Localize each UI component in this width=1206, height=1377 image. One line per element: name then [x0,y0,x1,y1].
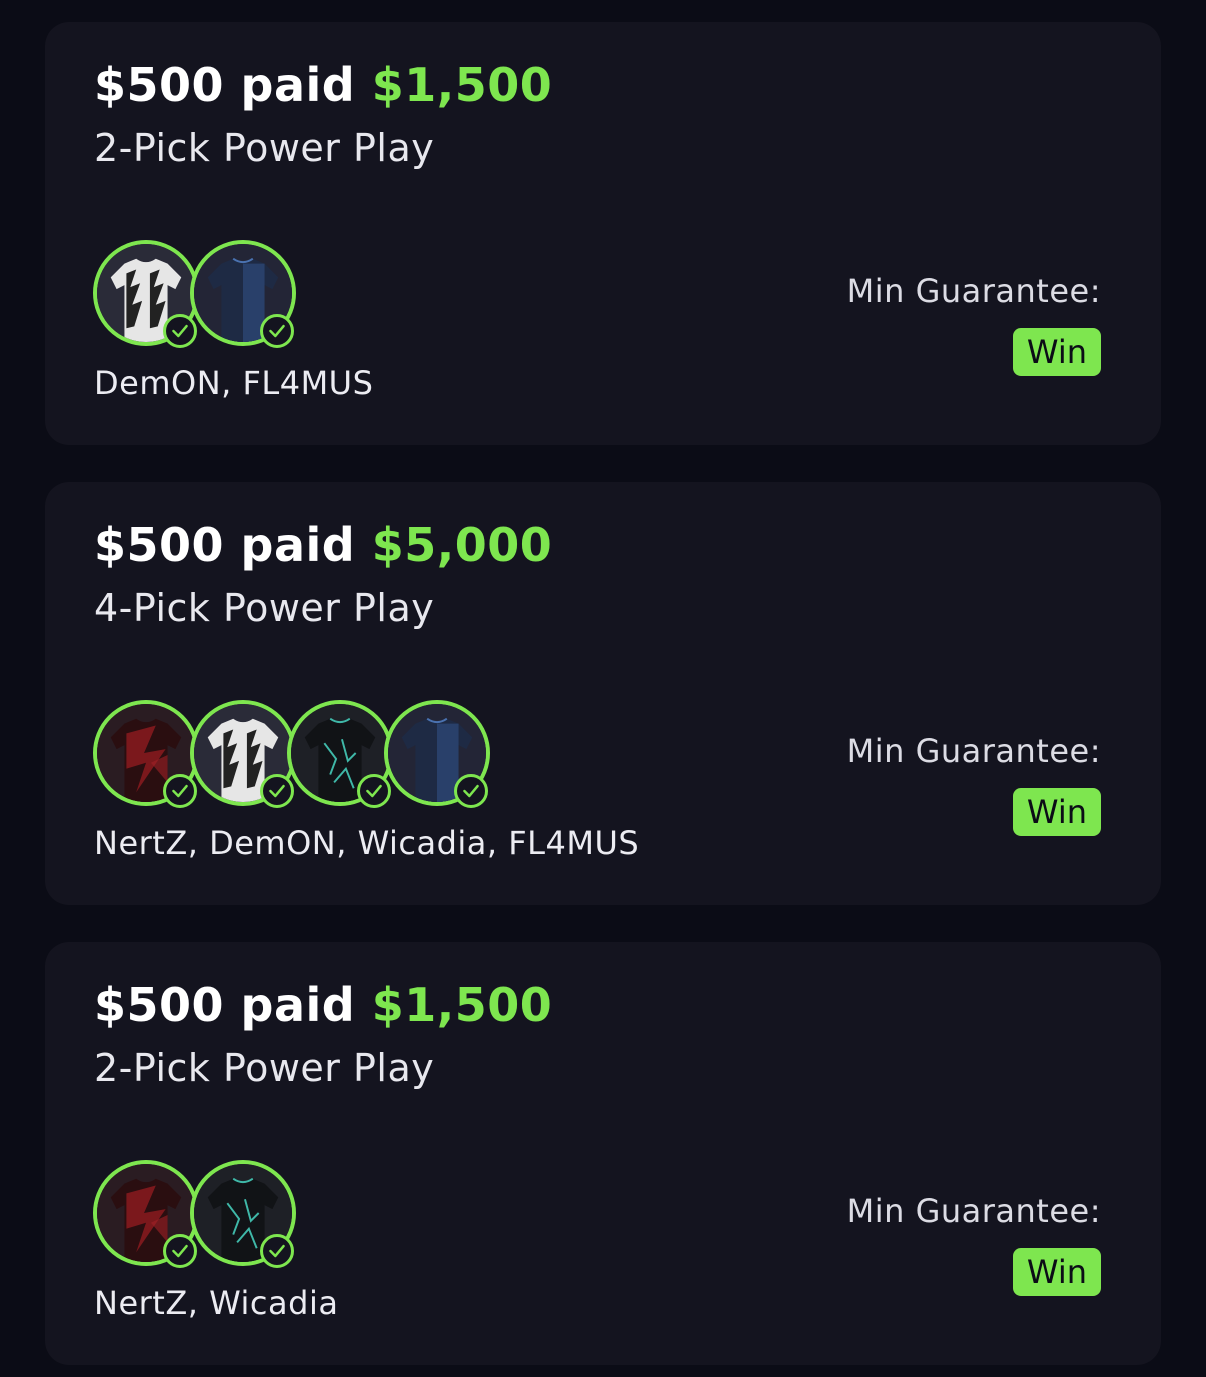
pick-avatars [93,1160,693,1272]
play-type: 2-Pick Power Play [94,1046,435,1090]
payout-amount: $1,500 [371,58,553,112]
min-guarantee-label: Min Guarantee: [846,272,1101,310]
entry-headline: $500 paid $1,500 [94,978,552,1032]
check-icon [260,774,294,808]
stake-amount: $500 paid [94,58,356,112]
player-names: DemON, FL4MUS [94,364,374,402]
player-names: NertZ, DemON, Wicadia, FL4MUS [94,824,640,862]
entry-headline: $500 paid $5,000 [94,518,552,572]
pick-avatars [93,700,693,812]
stake-amount: $500 paid [94,518,356,572]
min-guarantee-label: Min Guarantee: [846,1192,1101,1230]
stake-amount: $500 paid [94,978,356,1032]
check-icon [163,1234,197,1268]
entry-card[interactable]: $500 paid $1,500 2-Pick Power Play NertZ… [45,942,1161,1365]
entry-card[interactable]: $500 paid $1,500 2-Pick Power Play DemON… [45,22,1161,445]
entries-feed: $500 paid $1,500 2-Pick Power Play DemON… [0,0,1206,1377]
play-type: 2-Pick Power Play [94,126,435,170]
min-guarantee-badge: Win [1012,328,1101,376]
check-icon [260,314,294,348]
check-icon [357,774,391,808]
check-icon [163,314,197,348]
play-type: 4-Pick Power Play [94,586,435,630]
entry-headline: $500 paid $1,500 [94,58,552,112]
check-icon [163,774,197,808]
min-guarantee-badge: Win [1012,1248,1101,1296]
check-icon [454,774,488,808]
min-guarantee-label: Min Guarantee: [846,732,1101,770]
payout-amount: $1,500 [371,978,553,1032]
pick-avatars [93,240,693,352]
player-names: NertZ, Wicadia [94,1284,339,1322]
entry-card[interactable]: $500 paid $5,000 4-Pick Power Play NertZ… [45,482,1161,905]
check-icon [260,1234,294,1268]
payout-amount: $5,000 [371,518,553,572]
min-guarantee-badge: Win [1012,788,1101,836]
